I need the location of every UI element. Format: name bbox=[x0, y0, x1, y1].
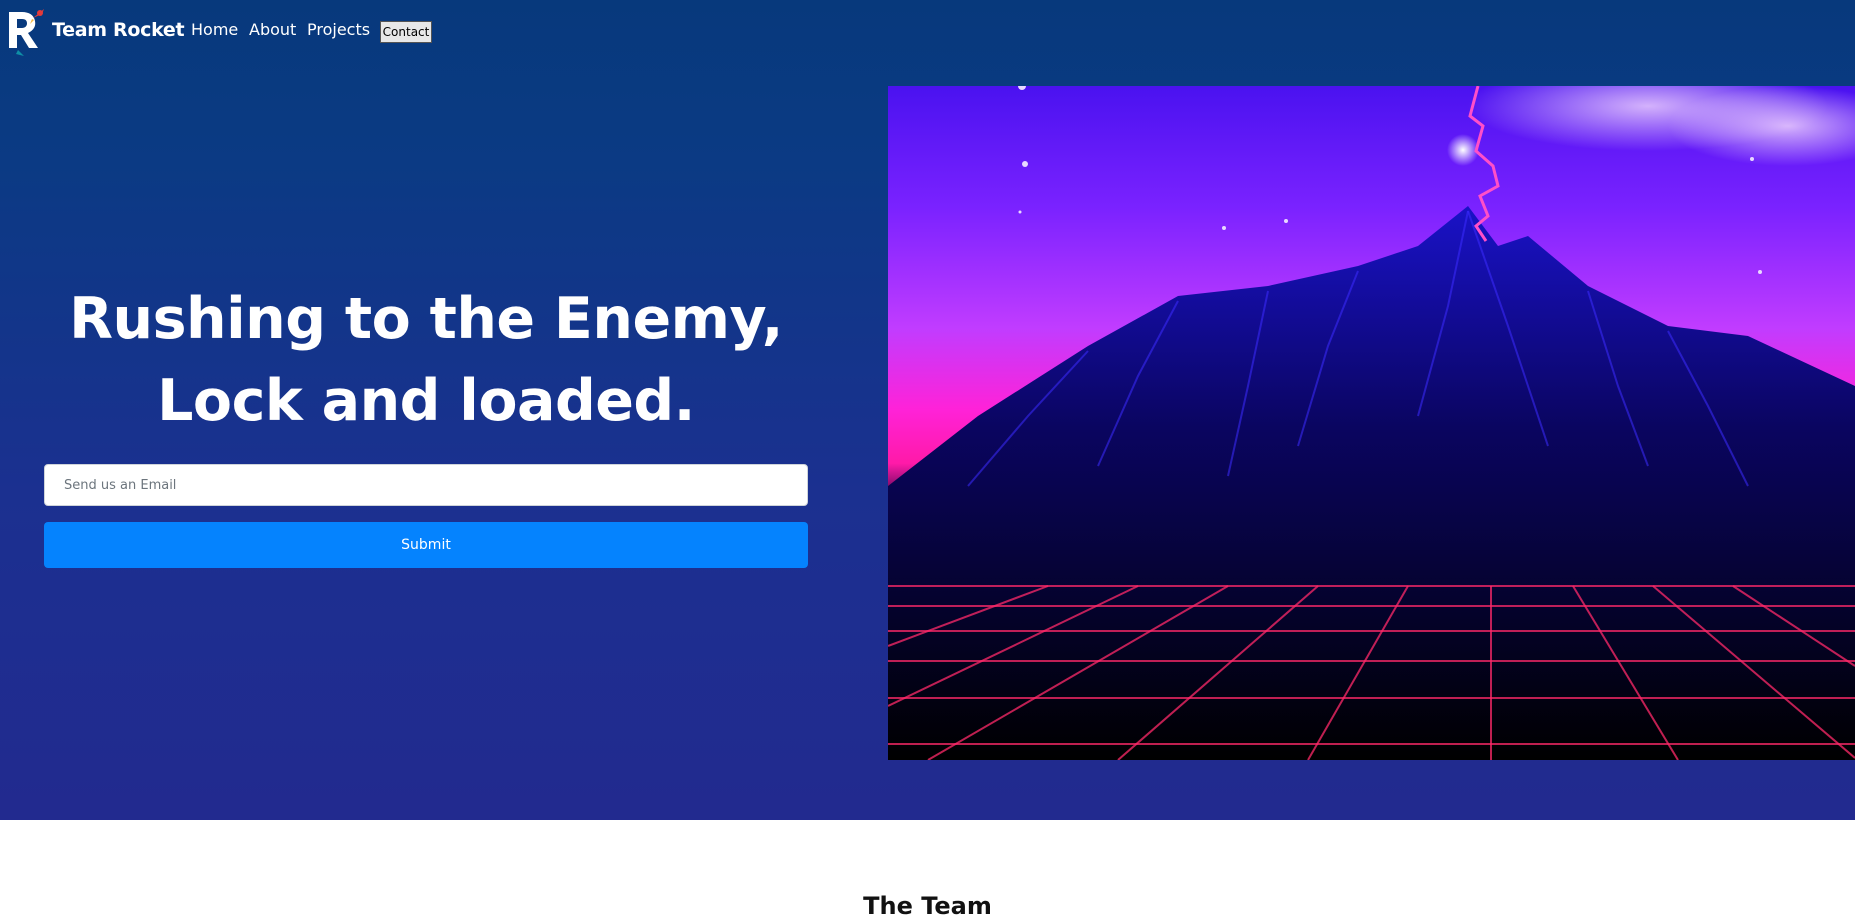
headline-line-2: Lock and loaded. bbox=[157, 368, 695, 434]
submit-button[interactable]: Submit bbox=[44, 522, 808, 568]
email-input[interactable] bbox=[44, 464, 808, 506]
top-navbar: Team Rocket Home About Projects Contact bbox=[0, 0, 1855, 64]
nav-projects-link[interactable]: Projects bbox=[307, 20, 370, 39]
rocket-r-logo-icon[interactable] bbox=[6, 8, 46, 56]
nav-about-link[interactable]: About bbox=[249, 20, 296, 39]
team-section-title: The Team bbox=[863, 892, 992, 920]
nav-contact-button[interactable]: Contact bbox=[380, 21, 432, 43]
nav-home-link[interactable]: Home bbox=[191, 20, 238, 39]
headline-line-1: Rushing to the Enemy, bbox=[69, 286, 783, 352]
hero-section: Team Rocket Home About Projects Contact … bbox=[0, 0, 1855, 820]
brand-name[interactable]: Team Rocket bbox=[52, 19, 185, 41]
hero-headline: Rushing to the Enemy, Lock and loaded. bbox=[40, 278, 812, 442]
synthwave-mountain-image bbox=[888, 86, 1855, 760]
